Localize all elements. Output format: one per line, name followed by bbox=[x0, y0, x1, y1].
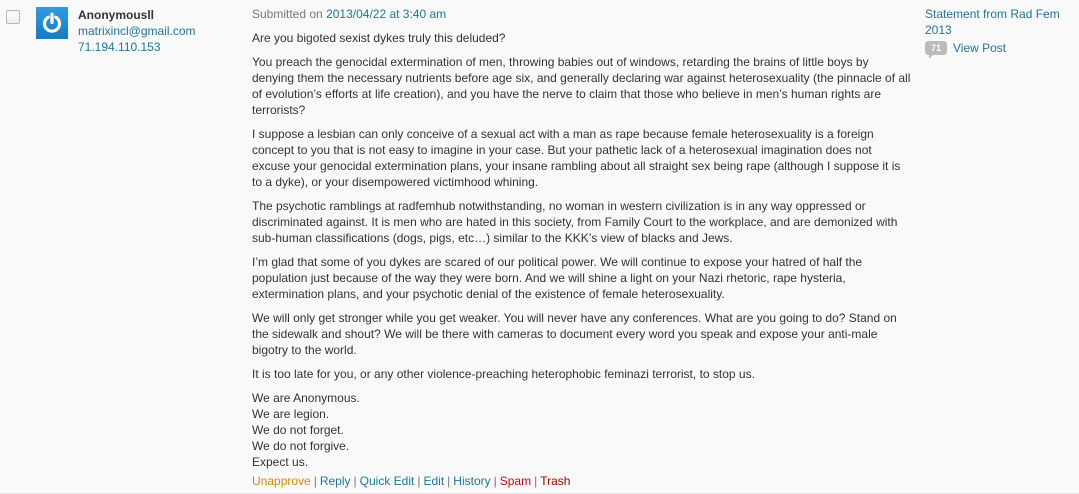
comment-paragraph: We will only get stronger while you get … bbox=[252, 311, 897, 357]
post-meta: 71 View Post bbox=[925, 40, 1065, 59]
edit-link[interactable]: Edit bbox=[423, 474, 444, 488]
comment-date-link[interactable]: 2013/04/22 at 3:40 am bbox=[326, 7, 446, 21]
closing-line: We do not forget. bbox=[252, 423, 344, 437]
in-response-to: Statement from Rad Fem 2013 71 View Post bbox=[925, 6, 1065, 59]
power-icon bbox=[42, 12, 62, 33]
author-name: Anonymousll bbox=[78, 8, 155, 22]
trash-link[interactable]: Trash bbox=[540, 474, 570, 488]
comment-paragraph: It is too late for you, or any other vio… bbox=[252, 367, 755, 381]
spam-link[interactable]: Spam bbox=[500, 474, 531, 488]
action-separator: | bbox=[417, 474, 421, 488]
row-actions: Unapprove | Reply | Quick Edit | Edit | History |… bbox=[252, 473, 570, 489]
comment-row: Anonymousll matrixincl@gmail.com 71.194.… bbox=[0, 0, 1079, 494]
author-ip-link[interactable]: 71.194.110.153 bbox=[78, 39, 196, 55]
action-separator: | bbox=[493, 474, 497, 488]
select-comment-checkbox[interactable] bbox=[6, 10, 20, 24]
action-separator: | bbox=[534, 474, 538, 488]
comment-paragraph: I’m glad that some of you dykes are scar… bbox=[252, 255, 863, 301]
avatar bbox=[36, 7, 68, 39]
author-email-link[interactable]: matrixincl@gmail.com bbox=[78, 23, 196, 39]
history-link[interactable]: History bbox=[453, 474, 490, 488]
comment-paragraph: I suppose a lesbian can only conceive of… bbox=[252, 127, 901, 189]
action-separator: | bbox=[447, 474, 451, 488]
closing-line: We do not forgive. bbox=[252, 439, 350, 453]
view-post-link[interactable]: View Post bbox=[953, 40, 1006, 56]
reply-link[interactable]: Reply bbox=[320, 474, 351, 488]
closing-line: Expect us. bbox=[252, 455, 309, 469]
closing-line: We are Anonymous. bbox=[252, 391, 360, 405]
submitted-prefix: Submitted on bbox=[252, 7, 323, 21]
comment-paragraph: You preach the genocidal extermination o… bbox=[252, 55, 911, 117]
comment-paragraph: The psychotic ramblings at radfemhub not… bbox=[252, 199, 898, 245]
comment-body: Submitted on 2013/04/22 at 3:40 am Are y… bbox=[252, 6, 912, 470]
post-title-link[interactable]: Statement from Rad Fem 2013 bbox=[925, 6, 1065, 38]
quick-edit-link[interactable]: Quick Edit bbox=[360, 474, 415, 488]
comment-paragraph: Are you bigoted sexist dykes truly this … bbox=[252, 31, 506, 45]
action-separator: | bbox=[353, 474, 357, 488]
unapprove-link[interactable]: Unapprove bbox=[252, 474, 311, 488]
closing-line: We are legion. bbox=[252, 407, 330, 421]
action-separator: | bbox=[313, 474, 317, 488]
submitted-on: Submitted on 2013/04/22 at 3:40 am bbox=[252, 6, 912, 22]
comment-count-badge[interactable]: 71 bbox=[925, 41, 947, 59]
